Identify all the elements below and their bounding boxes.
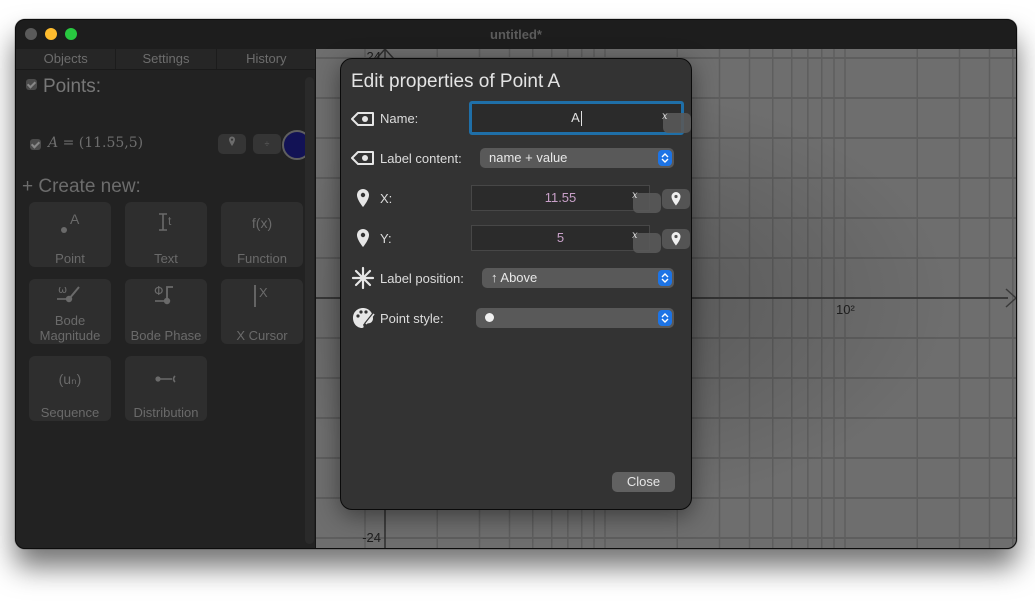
map-pin-icon (351, 187, 375, 209)
sequence-icon: (uₙ) (58, 370, 82, 387)
object-visibility-checkbox[interactable] (30, 139, 41, 150)
select-stepper-icon (658, 270, 672, 286)
object-options-button[interactable]: ÷ (253, 134, 281, 154)
text-icon: t (159, 213, 172, 231)
object-goto-button[interactable] (218, 134, 246, 154)
x-cursor-icon: X (254, 285, 268, 307)
tab-settings[interactable]: Settings (116, 49, 217, 69)
function-icon: f(x) (251, 215, 273, 231)
title-bar: untitled* (16, 20, 1016, 50)
create-text-label: Text (154, 251, 178, 266)
label-content-label: Label content: (380, 151, 462, 166)
dialog-title: Edit properties of Point A (351, 71, 561, 92)
object-value: = (11.55,5) (58, 135, 144, 151)
label-tag-icon (351, 108, 375, 130)
label-content-value: name + value (489, 150, 568, 165)
tab-history[interactable]: History (217, 49, 316, 69)
name-label: Name: (380, 111, 419, 126)
create-point-button[interactable]: A Point (29, 202, 111, 267)
bode-magnitude-icon: ω (57, 283, 80, 303)
map-pin-icon (229, 136, 235, 146)
variable-x-icon: x (632, 190, 638, 201)
svg-text:A: A (70, 211, 80, 227)
create-sequence-button[interactable]: (uₙ) Sequence (29, 356, 111, 421)
close-button[interactable]: Close (612, 472, 675, 492)
select-stepper-icon (658, 150, 672, 166)
point-style-label: Point style: (380, 311, 444, 326)
create-x-cursor-button[interactable]: X X Cursor (221, 279, 303, 344)
x-label: X: (380, 191, 393, 206)
palette-icon (351, 307, 375, 329)
svg-text:t: t (168, 214, 172, 228)
point-style-select[interactable] (476, 308, 674, 328)
window-title: untitled* (490, 27, 542, 42)
create-function-label: Function (237, 251, 287, 266)
bode-phase-icon: Φ (154, 284, 173, 305)
tab-objects[interactable]: Objects (16, 49, 117, 69)
map-pin-icon (671, 232, 681, 246)
create-bode-magnitude-button[interactable]: ω Bode Magnitude (29, 279, 111, 344)
y-pick-button[interactable] (662, 229, 690, 249)
label-tag-icon (351, 147, 375, 169)
create-new-title: + Create new: (22, 176, 141, 197)
create-bode-magnitude-label: Bode Magnitude (39, 313, 101, 343)
variable-x-icon: x (662, 111, 668, 122)
name-input[interactable]: A (469, 101, 684, 135)
label-position-select[interactable]: ↑ Above (482, 268, 674, 288)
svg-text:ω: ω (58, 283, 67, 296)
point-style-dot-icon (485, 313, 494, 323)
points-section-title: Points: (43, 76, 102, 97)
object-formula: A = (11.55,5) (48, 135, 143, 151)
object-list-item[interactable]: A = (11.55,5) ÷ (30, 130, 312, 160)
sidebar: Objects Settings History Points: A = (11… (16, 49, 316, 548)
select-stepper-icon (658, 310, 672, 326)
create-sequence-label: Sequence (40, 405, 100, 420)
create-x-cursor-label: X Cursor (236, 328, 288, 343)
y-input[interactable]: 5 (471, 225, 650, 251)
label-content-select[interactable]: name + value (480, 148, 674, 168)
create-distribution-label: Distribution (133, 405, 199, 420)
create-bode-phase-button[interactable]: Φ Bode Phase (125, 279, 207, 344)
label-position-value: ↑ Above (491, 270, 538, 285)
y-label: Y: (380, 231, 392, 246)
svg-text:Φ: Φ (154, 284, 163, 298)
points-section-checkbox[interactable] (26, 78, 37, 90)
create-function-button[interactable]: f(x) Function (221, 202, 303, 267)
x-tick-label: 10² (836, 302, 855, 317)
sidebar-tabs: Objects Settings History (16, 49, 316, 70)
map-pin-icon (351, 227, 375, 249)
distribution-icon (155, 375, 176, 383)
y-tick-label-bottom: -24 (362, 530, 381, 545)
create-text-button[interactable]: t Text (125, 202, 207, 267)
svg-text:X: X (259, 285, 268, 300)
text-caret (580, 111, 582, 127)
create-point-label: Point (55, 251, 85, 266)
x-input[interactable]: 11.55 (471, 185, 650, 211)
points-section-header: Points: (26, 76, 101, 98)
map-pin-icon (671, 192, 681, 206)
name-input-value: A (571, 110, 580, 125)
point-icon: A (61, 211, 80, 233)
create-bode-phase-label: Bode Phase (130, 328, 202, 343)
object-name: A (48, 135, 59, 151)
label-position-label: Label position: (380, 271, 464, 286)
asterisk-arrows-icon (351, 266, 375, 290)
x-pick-button[interactable] (662, 189, 690, 209)
variable-x-icon: x (632, 230, 638, 241)
create-distribution-button[interactable]: Distribution (125, 356, 207, 421)
edit-properties-dialog: Edit properties of Point A Name: A x Lab… (340, 58, 692, 510)
sidebar-scrollbar[interactable] (305, 77, 314, 544)
